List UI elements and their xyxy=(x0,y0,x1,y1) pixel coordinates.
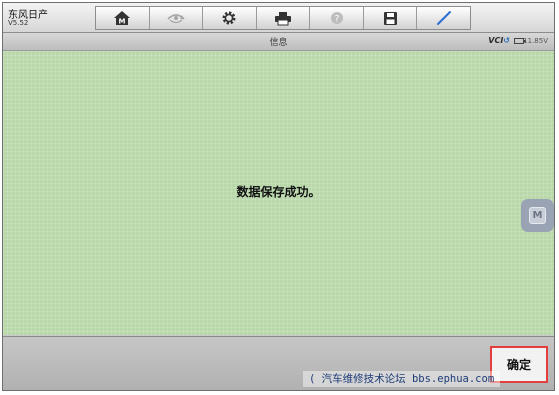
top-toolbar: 东风日产 V5.52 M ? xyxy=(3,3,554,33)
svg-text:?: ? xyxy=(334,15,339,25)
app-window: 东风日产 V5.52 M ? 信息 VCI↺ 11.85V 数据保存成功。 M … xyxy=(2,2,555,391)
save-button[interactable] xyxy=(364,7,418,29)
brand-block: 东风日产 V5.52 xyxy=(8,6,88,30)
page-title: 信息 xyxy=(269,38,288,48)
version-label: V5.52 xyxy=(8,19,29,27)
home-icon: M xyxy=(114,11,131,26)
floating-menu-button[interactable]: M xyxy=(521,199,554,232)
save-icon xyxy=(383,11,397,25)
vci-status-icon: VCI↺ xyxy=(488,36,510,45)
home-button[interactable]: M xyxy=(96,7,150,29)
title-bar: 信息 VCI↺ 11.85V xyxy=(3,33,554,51)
status-message: 数据保存成功。 xyxy=(236,185,321,199)
svg-text:M: M xyxy=(119,18,126,26)
help-button[interactable]: ? xyxy=(310,7,364,29)
annotate-button[interactable] xyxy=(417,7,470,29)
message-panel: 数据保存成功。 M xyxy=(3,51,554,335)
settings-button[interactable] xyxy=(203,7,257,29)
settings-gear-icon xyxy=(222,11,236,25)
pen-icon xyxy=(436,11,451,25)
toolbar-buttons: M ? xyxy=(95,6,471,30)
print-icon xyxy=(275,11,292,25)
voltage-readout: 11.85V xyxy=(523,37,548,45)
print-button[interactable] xyxy=(257,7,311,29)
help-icon: ? xyxy=(330,12,343,25)
m-icon: M xyxy=(529,207,546,224)
vci-label: VCI xyxy=(488,36,504,45)
vehicle-swap-button[interactable] xyxy=(150,7,204,29)
watermark: ( 汽车维修技术论坛 bbs.ephua.com xyxy=(303,371,501,387)
vehicle-swap-icon xyxy=(167,14,185,24)
